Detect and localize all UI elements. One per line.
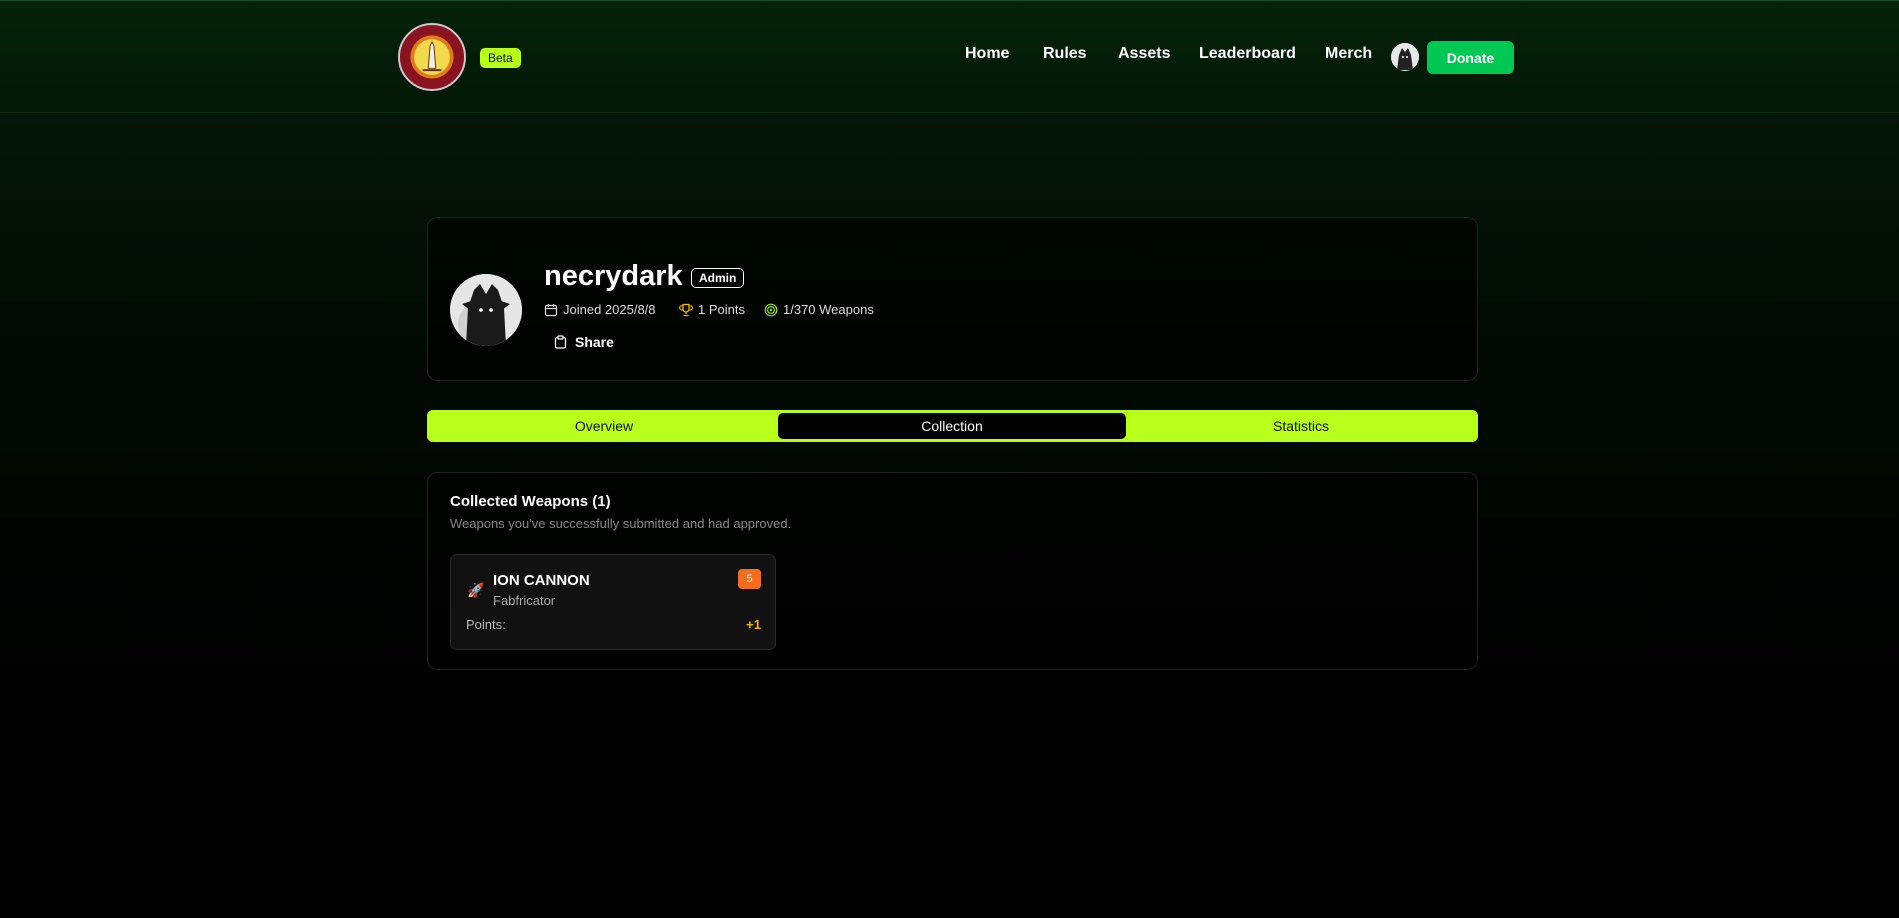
weapon-tier-badge: 5 <box>738 569 761 589</box>
profile-card: necrydark Admin Joined 2025/8/8 1 Points… <box>427 217 1478 381</box>
collection-panel: Collected Weapons (1) Weapons you've suc… <box>427 472 1478 670</box>
user-avatar[interactable] <box>1391 43 1419 71</box>
clipboard-icon <box>554 335 567 349</box>
weapons-stat: 1/370 Weapons <box>764 302 874 317</box>
site-header: Beta Home Rules Assets Leaderboard Merch… <box>0 0 1899 113</box>
joined-date: Joined 2025/8/8 <box>544 302 656 317</box>
tab-statistics[interactable]: Statistics <box>1127 413 1475 439</box>
joined-text: Joined 2025/8/8 <box>563 302 656 317</box>
share-label: Share <box>575 334 614 350</box>
calendar-icon <box>544 303 558 316</box>
rocket-icon: 🚀 <box>467 582 485 598</box>
donate-button[interactable]: Donate <box>1427 41 1514 74</box>
nav-merch[interactable]: Merch <box>1325 45 1372 63</box>
profile-tabs: Overview Collection Statistics <box>427 410 1478 442</box>
collection-subtitle: Weapons you've successfully submitted an… <box>450 516 792 531</box>
nav-assets[interactable]: Assets <box>1118 45 1170 63</box>
weapon-points-value: +1 <box>746 617 761 632</box>
profile-avatar <box>450 274 522 346</box>
weapon-card[interactable]: 🚀 ION CANNON Fabfricator 5 Points: +1 <box>450 554 776 650</box>
tab-collection[interactable]: Collection <box>778 413 1126 439</box>
points-stat: 1 Points <box>679 302 745 317</box>
weapon-manufacturer: Fabfricator <box>493 593 556 608</box>
tab-overview[interactable]: Overview <box>430 413 778 439</box>
share-button[interactable]: Share <box>554 330 614 354</box>
target-icon <box>764 303 778 316</box>
points-text: 1 Points <box>698 302 745 317</box>
weapon-points-label: Points: <box>466 617 506 632</box>
beta-badge: Beta <box>480 48 521 68</box>
trophy-icon <box>679 303 693 316</box>
nav-rules[interactable]: Rules <box>1043 45 1087 63</box>
site-logo[interactable] <box>398 23 466 91</box>
weapons-text: 1/370 Weapons <box>783 302 874 317</box>
nav-home[interactable]: Home <box>965 45 1009 63</box>
collection-title: Collected Weapons (1) <box>450 493 611 510</box>
profile-username: necrydark <box>544 260 683 292</box>
weapon-name: ION CANNON <box>493 572 590 589</box>
nav-leaderboard[interactable]: Leaderboard <box>1199 45 1296 63</box>
role-badge: Admin <box>691 268 745 288</box>
